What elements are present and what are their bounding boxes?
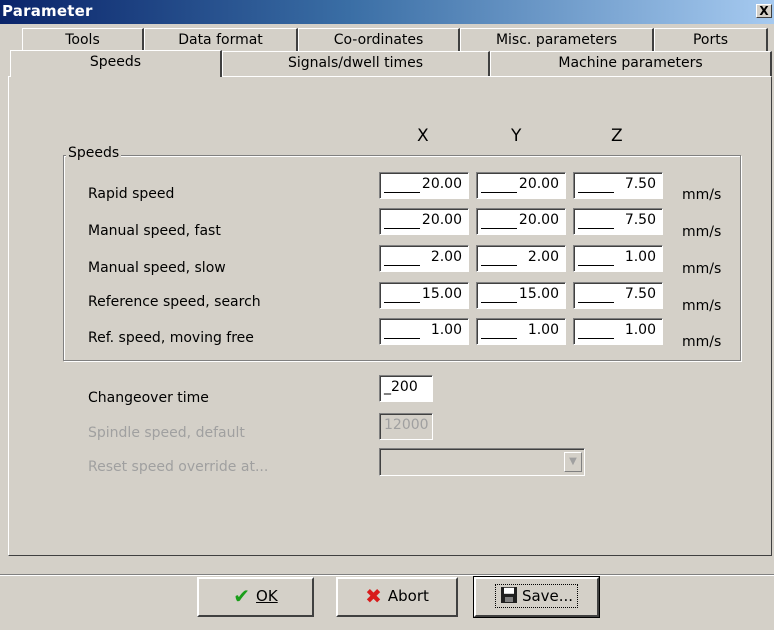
tab-machine-parameters[interactable]: Machine parameters — [490, 51, 772, 77]
column-x-header: X — [417, 126, 429, 146]
manual-fast-x-field[interactable]: 20.00 — [379, 208, 469, 235]
unit-label: mm/s — [682, 334, 722, 350]
window-title: Parameter — [2, 2, 93, 20]
reset-override-dropdown: ▼ — [379, 448, 585, 476]
tab-data-format[interactable]: Data format — [144, 28, 298, 52]
column-y-header: Y — [511, 126, 522, 146]
tab-speeds[interactable]: Speeds — [10, 50, 222, 77]
manual-slow-z-field[interactable]: 1.00 — [573, 245, 663, 272]
ref-free-y-field[interactable]: 1.00 — [476, 318, 566, 345]
changeover-time-label: Changeover time — [88, 390, 209, 406]
x-icon: ✖ — [365, 584, 382, 608]
unit-label: mm/s — [682, 224, 722, 240]
column-z-header: Z — [611, 126, 623, 146]
ref-free-x-field[interactable]: 1.00 — [379, 318, 469, 345]
unit-label: mm/s — [682, 187, 722, 203]
manual-slow-x-field[interactable]: 2.00 — [379, 245, 469, 272]
close-button[interactable]: X — [756, 4, 772, 18]
manual-fast-z-field[interactable]: 7.50 — [573, 208, 663, 235]
rapid-speed-x-field[interactable]: 20.00 — [379, 172, 469, 199]
tab-misc-parameters[interactable]: Misc. parameters — [460, 28, 654, 52]
chevron-down-icon: ▼ — [564, 452, 582, 472]
row-label-manual-speed-fast: Manual speed, fast — [88, 223, 221, 239]
tab-signals-dwell-times[interactable]: Signals/dwell times — [222, 51, 490, 77]
reset-override-label: Reset speed override at... — [88, 459, 269, 475]
speeds-group-title: Speeds — [66, 145, 122, 161]
row-label-ref-speed-moving-free: Ref. speed, moving free — [88, 330, 254, 346]
ok-button[interactable]: ✔ OK — [197, 577, 314, 617]
row-label-manual-speed-slow: Manual speed, slow — [88, 260, 226, 276]
ref-search-y-field[interactable]: 15.00 — [476, 282, 566, 309]
title-bar: Parameter X — [0, 0, 774, 24]
tab-ports[interactable]: Ports — [654, 28, 768, 52]
row-label-rapid-speed: Rapid speed — [88, 186, 175, 202]
ref-search-z-field[interactable]: 7.50 — [573, 282, 663, 309]
floppy-disk-icon — [500, 587, 517, 603]
spindle-speed-label: Spindle speed, default — [88, 425, 245, 441]
changeover-time-field[interactable]: _200 — [379, 375, 433, 402]
spindle-speed-field: 12000 — [379, 413, 433, 440]
manual-slow-y-field[interactable]: 2.00 — [476, 245, 566, 272]
row-label-reference-speed-search: Reference speed, search — [88, 294, 261, 310]
manual-fast-y-field[interactable]: 20.00 — [476, 208, 566, 235]
unit-label: mm/s — [682, 298, 722, 314]
save-button[interactable]: Save... — [473, 576, 600, 618]
separator — [0, 574, 774, 576]
ref-free-z-field[interactable]: 1.00 — [573, 318, 663, 345]
unit-label: mm/s — [682, 261, 722, 277]
rapid-speed-z-field[interactable]: 7.50 — [573, 172, 663, 199]
checkmark-icon: ✔ — [233, 584, 251, 608]
tab-co-ordinates[interactable]: Co-ordinates — [298, 28, 460, 52]
ref-search-x-field[interactable]: 15.00 — [379, 282, 469, 309]
tab-tools[interactable]: Tools — [22, 28, 144, 52]
save-focus: Save... — [494, 584, 579, 608]
abort-button[interactable]: ✖ Abort — [336, 577, 458, 617]
rapid-speed-y-field[interactable]: 20.00 — [476, 172, 566, 199]
